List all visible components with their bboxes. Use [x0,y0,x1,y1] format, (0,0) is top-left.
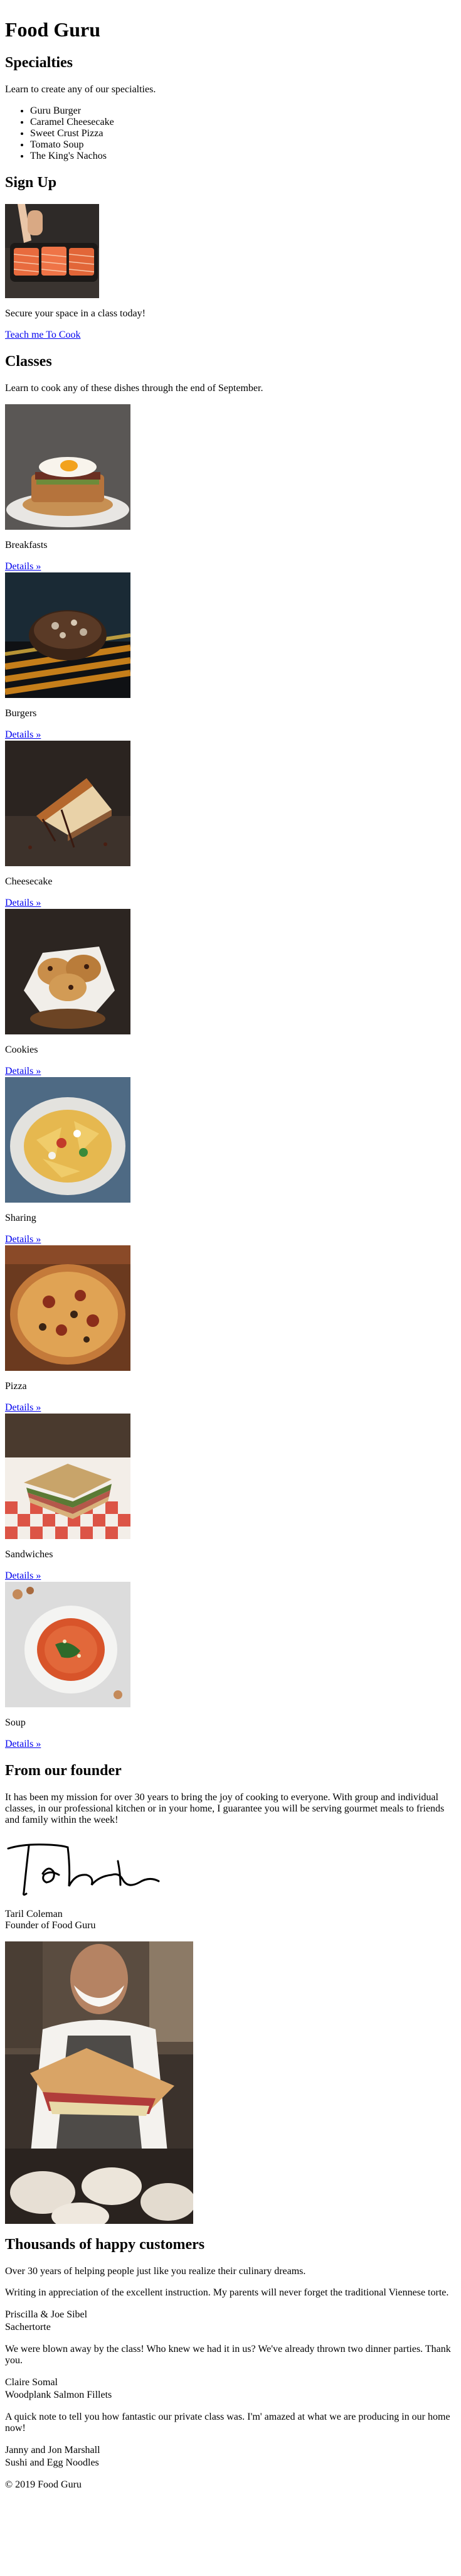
classes-section: Classes Learn to cook any of these dishe… [5,353,456,1750]
testimonial-author: Priscilla & Joe Sibel [5,2309,88,2320]
salmon-image [5,204,99,298]
class-card-breakfasts: Breakfasts Details » [5,404,456,572]
class-card-cookies: Cookies Details » [5,909,456,1077]
chef-image [5,1941,193,2224]
details-link-sandwiches[interactable]: Details » [5,1570,41,1582]
signup-section: Sign Up Secure your space in a class tod… [5,174,456,341]
testimonial: We were blown away by the class! Who kne… [5,2344,456,2402]
specialty-item: Caramel Cheesecake [30,117,456,128]
testimonial-dish: Woodplank Salmon Fillets [5,2390,112,2400]
testimonial: A quick note to tell you how fantastic o… [5,2412,456,2469]
details-link-breakfasts[interactable]: Details » [5,561,41,572]
customers-section: Thousands of happy customers Over 30 yea… [5,2236,456,2469]
details-link-cheesecake[interactable]: Details » [5,898,41,909]
class-name: Sandwiches [5,1549,53,1560]
specialty-item: Sweet Crust Pizza [30,128,456,139]
specialty-item: Tomato Soup [30,139,456,151]
sharing-image [5,1077,130,1203]
founder-heading: From our founder [5,1763,122,1779]
burger-image [5,572,130,698]
class-card-pizza: Pizza Details » [5,1245,456,1414]
testimonial-author: Claire Somal [5,2377,58,2388]
sandwich-image [5,1414,130,1539]
testimonial: Writing in appreciation of the excellent… [5,2287,456,2334]
classes-heading: Classes [5,353,52,370]
class-name: Soup [5,1717,26,1728]
teach-me-link[interactable]: Teach me To Cook [5,330,81,340]
customers-intro: Over 30 years of helping people just lik… [5,2266,306,2277]
details-link-burgers[interactable]: Details » [5,729,41,741]
footer: © 2019 Food Guru [5,2479,456,2494]
class-name: Pizza [5,1381,27,1392]
classes-intro: Learn to cook any of these dishes throug… [5,383,263,394]
breakfast-image [5,404,130,530]
specialties-heading: Specialties [5,55,73,71]
testimonial-quote: We were blown away by the class! Who kne… [5,2344,451,2366]
testimonial-dish: Sushi and Egg Noodles [5,2457,99,2468]
class-card-burgers: Burgers Details » [5,572,456,741]
class-card-sharing: Sharing Details » [5,1077,456,1245]
customers-heading: Thousands of happy customers [5,2236,205,2253]
specialties-intro: Learn to create any of our specialties. [5,84,156,95]
details-link-sharing[interactable]: Details » [5,1234,41,1245]
class-card-sandwiches: Sandwiches Details » [5,1414,456,1582]
testimonial-dish: Sachertorte [5,2322,51,2332]
class-name: Burgers [5,708,37,719]
details-link-cookies[interactable]: Details » [5,1066,41,1077]
specialties-list: Guru Burger Caramel Cheesecake Sweet Cru… [5,105,456,162]
founder-credit: Taril Coleman Founder of Food Guru [5,1909,456,1931]
founder-signature [5,1836,162,1899]
founder-name: Taril Coleman [5,1909,63,1919]
class-name: Cheesecake [5,876,53,887]
details-link-soup[interactable]: Details » [5,1739,41,1750]
cookies-image [5,909,130,1034]
testimonial-author: Janny and Jon Marshall [5,2445,100,2455]
testimonial-quote: A quick note to tell you how fantastic o… [5,2412,450,2434]
testimonial-quote: Writing in appreciation of the excellent… [5,2287,449,2298]
pizza-image [5,1245,130,1371]
founder-role: Founder of Food Guru [5,1920,96,1931]
cheesecake-image [5,741,130,866]
class-name: Breakfasts [5,540,48,550]
copyright-text: © 2019 Food Guru [5,2479,82,2490]
specialties-section: Specialties Learn to create any of our s… [5,55,456,162]
site-title: Food Guru [5,18,101,41]
testimonial-credit: Janny and Jon Marshall Sushi and Egg Noo… [5,2444,456,2469]
class-name: Sharing [5,1213,36,1223]
specialty-item: Guru Burger [30,105,456,117]
class-card-cheesecake: Cheesecake Details » [5,741,456,909]
soup-image [5,1582,130,1707]
class-name: Cookies [5,1044,38,1055]
founder-section: From our founder It has been my mission … [5,1763,456,2224]
testimonial-credit: Claire Somal Woodplank Salmon Fillets [5,2376,456,2402]
specialty-item: The King's Nachos [30,151,456,162]
founder-text: It has been my mission for over 30 years… [5,1792,445,1825]
details-link-pizza[interactable]: Details » [5,1402,41,1414]
class-card-soup: Soup Details » [5,1582,456,1750]
signup-text: Secure your space in a class today! [5,308,146,319]
signup-heading: Sign Up [5,174,57,191]
testimonial-credit: Priscilla & Joe Sibel Sachertorte [5,2309,456,2334]
